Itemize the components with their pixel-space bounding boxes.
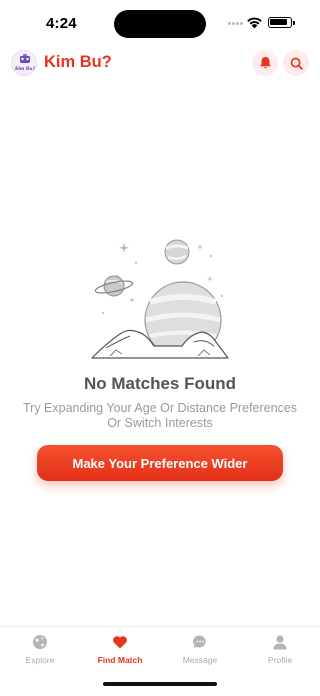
wifi-icon [247,17,262,29]
chat-icon [193,635,206,649]
nav-item-find-match[interactable]: Find Match [80,627,160,673]
nav-item-explore[interactable]: Explore [0,627,80,673]
nav-label-find-match: Find Match [97,655,143,665]
battery-icon [268,17,295,28]
empty-state-title: No Matches Found [83,374,237,393]
nav-label-profile: Profile [267,655,293,665]
status-time: 4:24 [46,15,77,32]
nav-label-message: Message [182,655,218,665]
bell-icon [259,57,271,69]
heart-icon [113,636,127,649]
status-bar: 4:24 [0,0,320,48]
nav-item-profile[interactable]: Profile [240,627,320,673]
app-header: Kim Bu? Kim Bu? [0,48,320,78]
signal-dots-icon [228,22,244,26]
search-button[interactable] [283,50,309,76]
globe-icon [33,635,47,649]
nav-item-message[interactable]: Message [160,627,240,673]
home-indicator [103,682,217,686]
svg-text:Kim Bu?: Kim Bu? [14,66,36,72]
widen-preferences-button[interactable]: Make Your Preference Wider [37,445,283,481]
no-matches-illustration [91,239,229,359]
user-icon [273,635,287,650]
brand-title: Kim Bu? [44,53,112,71]
dynamic-island [114,10,206,38]
app-logo: Kim Bu? [11,50,37,76]
nav-label-explore: Explore [25,655,55,665]
search-icon [290,57,303,70]
empty-state-subtitle: Try Expanding Your Age Or Distance Prefe… [23,401,297,430]
notifications-button[interactable] [252,50,278,76]
